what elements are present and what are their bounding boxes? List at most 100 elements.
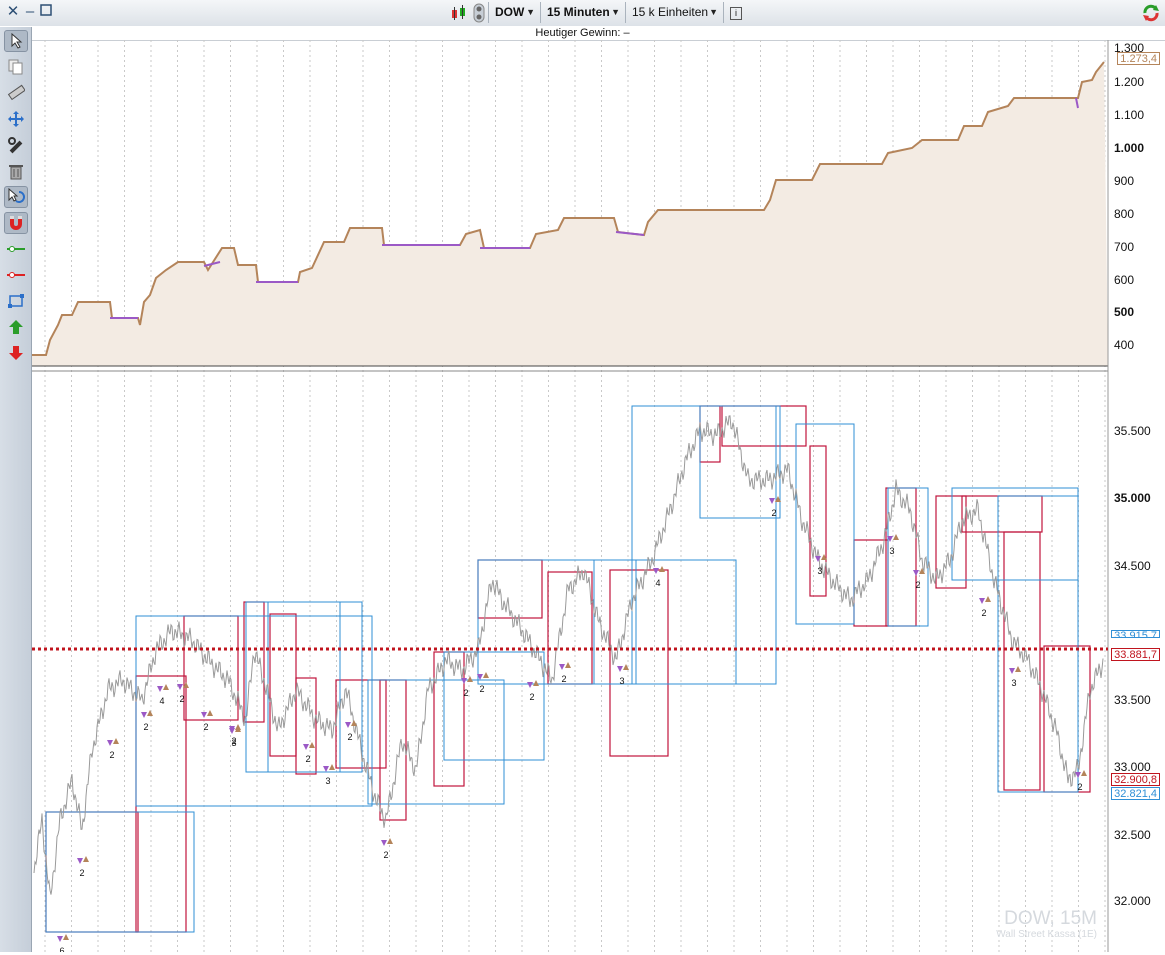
- range-box-red: [1003, 531, 1041, 791]
- close-icon[interactable]: ✕: [5, 4, 21, 20]
- chart-canvas[interactable]: 1.3001.2001.1001.000900800700600500400 2…: [32, 40, 1165, 955]
- trade-count-label: 3: [325, 776, 330, 786]
- link-toggle-icon[interactable]: [472, 3, 486, 26]
- info-icon: i: [730, 7, 742, 20]
- trade-count-label: 6: [59, 946, 64, 952]
- sell-marker: [617, 666, 623, 672]
- range-box-red: [609, 569, 669, 757]
- trash-icon[interactable]: [4, 160, 28, 182]
- units-dropdown[interactable]: 15 k Einheiten ▼: [625, 2, 723, 23]
- trade-count-label: 2: [463, 688, 468, 698]
- buy-marker: [207, 710, 213, 716]
- buy-marker: [387, 838, 393, 844]
- trade-count-label: 2: [143, 722, 148, 732]
- price-panel: 2224 222323222 222 3423322326 35.50035.0003…: [32, 405, 1151, 955]
- equity-tick-label: 1.100: [1114, 108, 1144, 122]
- buy-marker: [329, 764, 335, 770]
- red-level-badge: 32.900,8: [1111, 773, 1160, 786]
- sell-marker: [141, 712, 147, 718]
- ruler-icon[interactable]: [4, 82, 28, 104]
- equity-fill: [32, 62, 1108, 366]
- range-box-red: [433, 651, 465, 787]
- range-box-blue: [245, 601, 341, 773]
- sell-marker: [913, 570, 919, 576]
- trade-count-label: 2: [561, 674, 566, 684]
- drawing-toolbar: [0, 27, 32, 952]
- buy-marker: [83, 856, 89, 862]
- sell-marker: [815, 556, 821, 562]
- sell-marker: [769, 498, 775, 504]
- price-tick-label: 33.500: [1114, 693, 1151, 707]
- settings-tools-icon[interactable]: [4, 134, 28, 156]
- trade-count-label: 3: [231, 738, 236, 748]
- pointer-tool-icon[interactable]: [4, 30, 28, 52]
- minimize-icon[interactable]: –: [22, 4, 38, 20]
- equity-current-badge: 1.273,4: [1117, 52, 1160, 65]
- sell-marker: [303, 744, 309, 750]
- magnet-icon[interactable]: [4, 212, 28, 234]
- sell-marker: [1009, 668, 1015, 674]
- buy-arrow-icon[interactable]: [4, 316, 28, 338]
- range-box-red: [721, 405, 807, 447]
- move-icon[interactable]: [4, 108, 28, 130]
- sell-marker: [77, 858, 83, 864]
- trade-count-label: 3: [817, 566, 822, 576]
- trade-count-label: 2: [79, 868, 84, 878]
- range-box-blue: [45, 811, 195, 933]
- trade-count-label: 2: [529, 692, 534, 702]
- equity-panel: 1.3001.2001.1001.000900800700600500400: [32, 41, 1144, 366]
- interval-label: 15 Minuten: [547, 5, 610, 19]
- chart-area[interactable]: 1.300 1.200 1.100 1.000 900 800 700 600 500 400 2…: [32, 40, 1165, 955]
- trade-count-label: 2: [479, 684, 484, 694]
- info-button[interactable]: i: [723, 2, 747, 23]
- trade-count-label: 3: [1011, 678, 1016, 688]
- price-tick-label: 34.500: [1114, 559, 1151, 573]
- buy-marker: [565, 662, 571, 668]
- buy-marker: [163, 684, 169, 690]
- sell-marker: [157, 686, 163, 692]
- sell-marker: [201, 712, 207, 718]
- top-toolbar: ✕ – DOW ▼ 15 Minuten ▼ 15 k Einheiten ▼ i: [0, 0, 1165, 27]
- trade-count-label: 4: [159, 696, 164, 706]
- equity-tick-label: 800: [1114, 207, 1134, 221]
- sell-marker: [979, 598, 985, 604]
- copy-icon[interactable]: [4, 56, 28, 78]
- maximize-icon[interactable]: [38, 4, 54, 20]
- interval-dropdown[interactable]: 15 Minuten ▼: [540, 2, 625, 23]
- trade-count-label: 2: [383, 850, 388, 860]
- units-label: 15 k Einheiten: [632, 5, 709, 19]
- refresh-icon[interactable]: [1141, 3, 1161, 26]
- range-box-red: [961, 495, 1043, 533]
- trade-count-label: 2: [915, 580, 920, 590]
- trade-count-label: 2: [981, 608, 986, 618]
- sell-marker: [559, 664, 565, 670]
- buy-marker: [985, 596, 991, 602]
- green-line-icon[interactable]: [4, 238, 28, 260]
- sell-marker: [57, 936, 63, 942]
- equity-tick-label: 500: [1114, 305, 1134, 319]
- sell-marker: [345, 722, 351, 728]
- range-box-blue: [267, 601, 363, 773]
- range-box-blue: [997, 495, 1079, 793]
- red-line-icon[interactable]: [4, 264, 28, 286]
- symbol-dropdown[interactable]: DOW ▼: [488, 2, 540, 23]
- hidden-price-badge: 33.915,7: [1111, 630, 1160, 638]
- sell-marker: [229, 728, 235, 734]
- range-box-red: [243, 601, 265, 723]
- price-tick-label: 35.500: [1114, 424, 1151, 438]
- price-tick-label: 33.000: [1114, 760, 1151, 774]
- price-axis: 35.500 35.000 34.500 33.500 33.000 32.500 32.0…: [1114, 424, 1151, 908]
- undo-pointer-icon[interactable]: [4, 186, 28, 208]
- sell-arrow-icon[interactable]: [4, 342, 28, 364]
- buy-marker: [893, 534, 899, 540]
- rectangle-tool-icon[interactable]: [4, 290, 28, 312]
- range-boxes: [45, 405, 1091, 933]
- daily-profit-label: Heutiger Gewinn: –: [0, 26, 1165, 41]
- sell-marker: [1075, 772, 1081, 778]
- trade-count-label: 2: [109, 750, 114, 760]
- candlestick-icon[interactable]: [450, 4, 468, 25]
- last-price-badge: 33.881,7: [1111, 648, 1160, 661]
- trade-markers: 2224 222323222 222 3423322326: [57, 496, 1087, 955]
- watermark-symbol: DOW, 15M: [1004, 908, 1097, 929]
- buy-marker: [483, 672, 489, 678]
